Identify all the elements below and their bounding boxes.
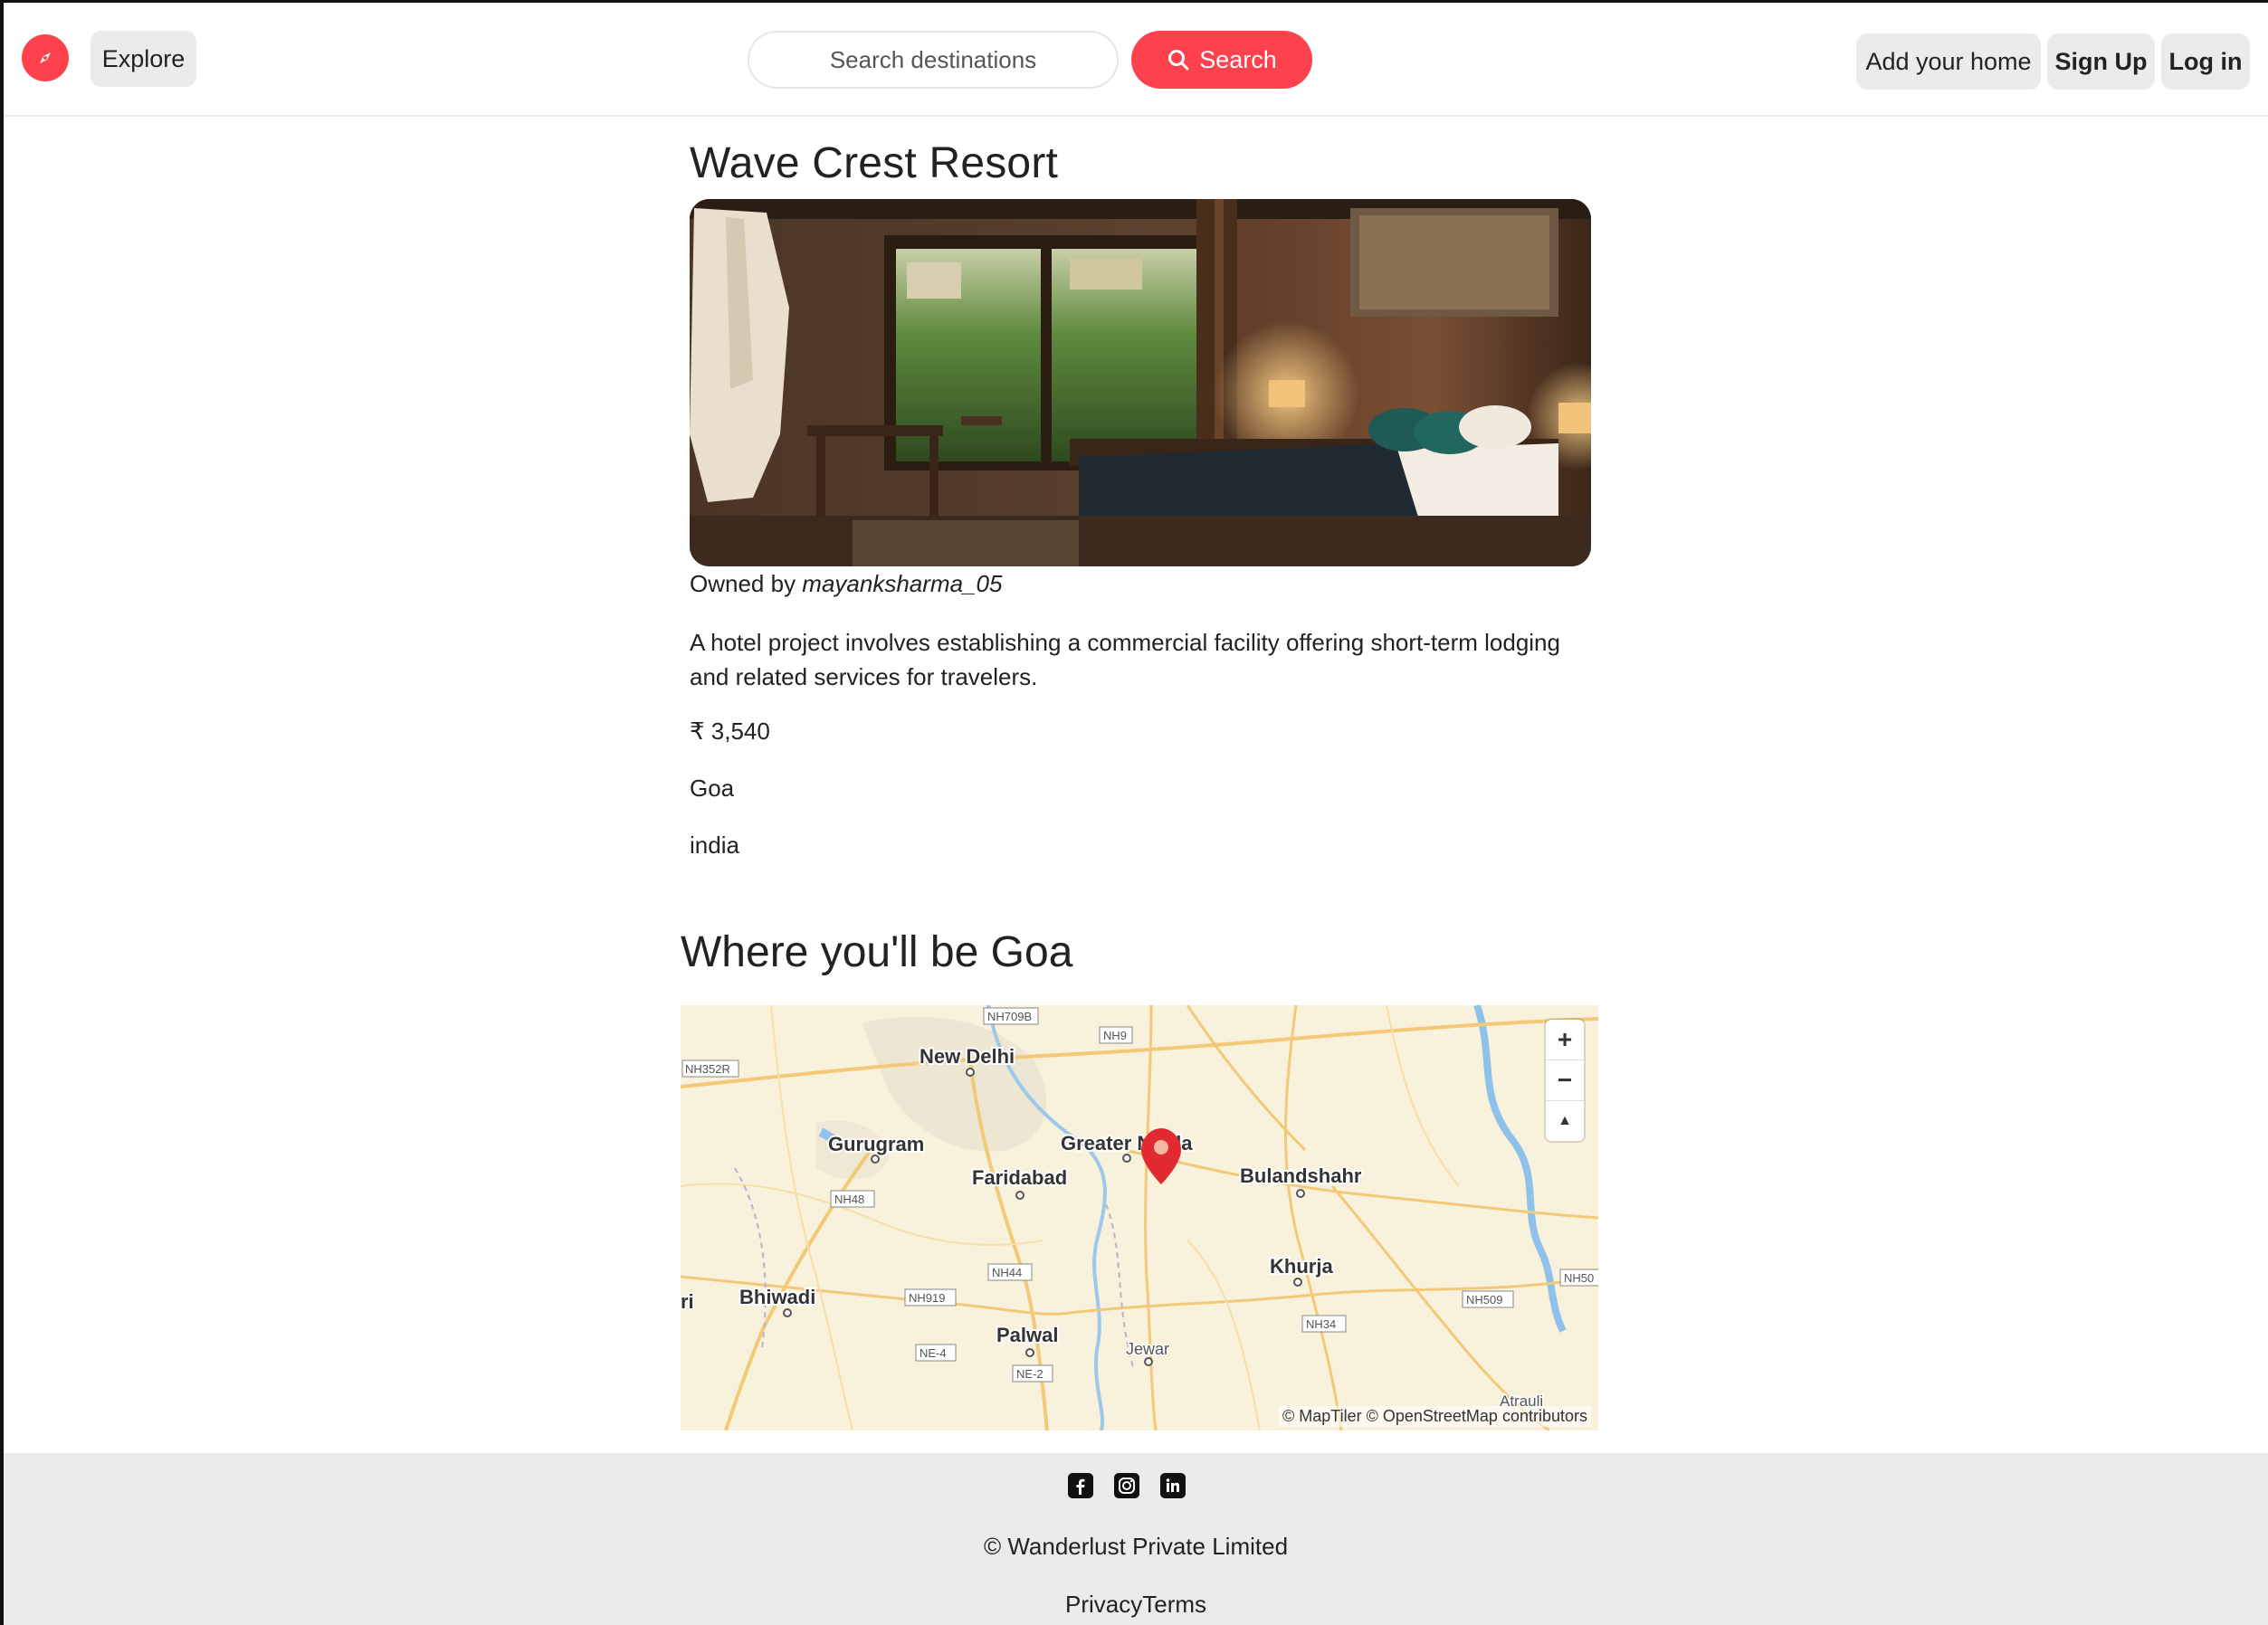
listing-country: india [690, 832, 739, 859]
road-label: NH919 [909, 1291, 945, 1305]
place-label: New Delhi [920, 1045, 1015, 1068]
listing-description: A hotel project involves establishing a … [690, 629, 1560, 690]
search-input[interactable] [748, 31, 1119, 89]
place-label: Palwal [996, 1324, 1058, 1346]
listing-image [690, 199, 1591, 566]
road-label: NH34 [1306, 1317, 1336, 1331]
place-label: Bulandshahr [1240, 1164, 1362, 1187]
search-button-label: Search [1199, 45, 1277, 73]
terms-link[interactable]: Terms [1142, 1591, 1206, 1618]
road-label: NH48 [834, 1193, 864, 1206]
owned-by-label: Owned by [690, 570, 803, 597]
footer-links: PrivacyTerms [4, 1591, 2268, 1619]
privacy-link[interactable]: Privacy [1065, 1591, 1142, 1618]
social-links [1068, 1473, 1186, 1498]
place-label: Bhiwadi [739, 1286, 815, 1308]
place-label: Jewar [1126, 1340, 1169, 1358]
road-label: NH44 [992, 1266, 1022, 1279]
compass-reset-button[interactable]: ▲ [1546, 1101, 1584, 1141]
copyright-text: © Wanderlust Private Limited [983, 1533, 1289, 1560]
road-label: NE-2 [1016, 1367, 1043, 1381]
zoom-out-button[interactable]: − [1546, 1060, 1584, 1101]
place-label: Faridabad [972, 1166, 1067, 1189]
road-label: NH352R [685, 1062, 730, 1076]
road-label: NH50 [1564, 1271, 1594, 1285]
explore-link[interactable]: Explore [91, 31, 196, 87]
sign-up-link[interactable]: Sign Up [2047, 33, 2155, 90]
road-label: NH9 [1103, 1029, 1127, 1042]
place-label: Gurugram [828, 1133, 924, 1155]
compass-icon[interactable] [22, 34, 69, 81]
linkedin-icon[interactable] [1160, 1473, 1186, 1498]
facebook-icon[interactable] [1068, 1473, 1093, 1498]
place-label: ri [681, 1290, 694, 1313]
map-title: Where you'll be Goa [681, 928, 1073, 976]
navbar: Explore Search Add your home Sign Up Log… [4, 3, 2268, 117]
search-icon [1168, 50, 1189, 71]
footer: © Wanderlust Private Limited PrivacyTerm… [4, 1453, 2268, 1625]
map-zoom-controls: + − ▲ [1546, 1020, 1584, 1141]
add-your-home-link[interactable]: Add your home [1856, 33, 2041, 90]
map[interactable]: NH709B NH9 NH352R NH48 NH44 NH919 NE-4 N… [681, 1005, 1598, 1430]
road-label: NE-4 [920, 1346, 947, 1360]
browser-viewport: Explore Search Add your home Sign Up Log… [0, 0, 2268, 1625]
log-in-link[interactable]: Log in [2161, 33, 2250, 90]
map-attribution[interactable]: © MapTiler © OpenStreetMap contributors [1279, 1406, 1591, 1427]
listing-title: Wave Crest Resort [690, 139, 1059, 187]
place-label: Khurja [1270, 1255, 1333, 1278]
owner-name: mayanksharma_05 [802, 570, 1003, 597]
search-button[interactable]: Search [1131, 31, 1312, 89]
road-label: NH709B [987, 1010, 1032, 1023]
listing-price: ₹ 3,540 [690, 717, 770, 745]
instagram-icon[interactable] [1114, 1473, 1139, 1498]
owner-line: Owned by mayanksharma_05 [690, 570, 1002, 598]
listing-location: Goa [690, 774, 735, 802]
road-label: NH509 [1466, 1293, 1502, 1307]
zoom-in-button[interactable]: + [1546, 1020, 1584, 1060]
